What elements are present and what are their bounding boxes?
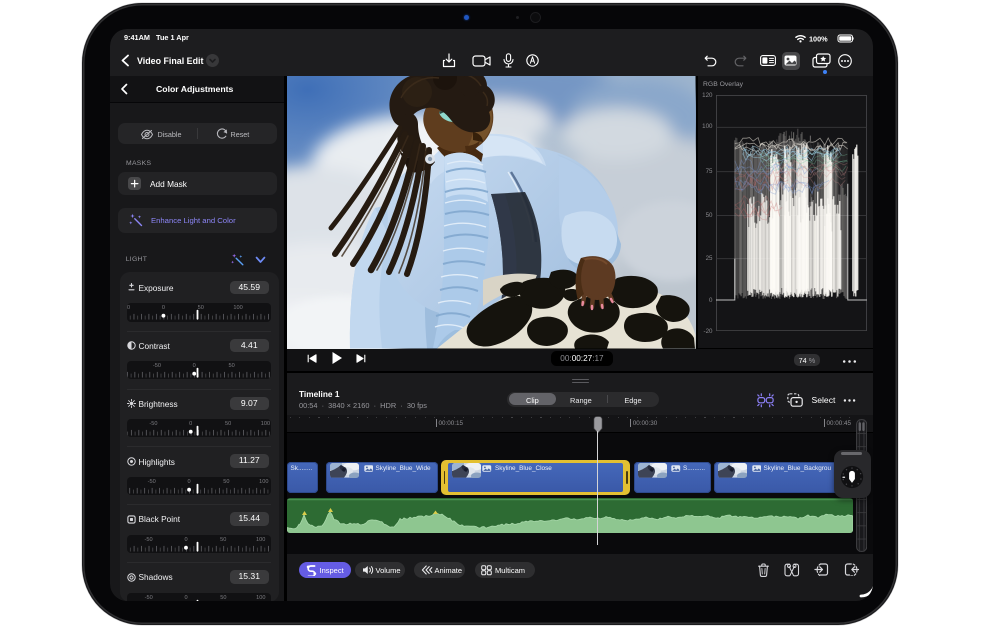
svg-text:100%: 100%: [809, 34, 828, 42]
